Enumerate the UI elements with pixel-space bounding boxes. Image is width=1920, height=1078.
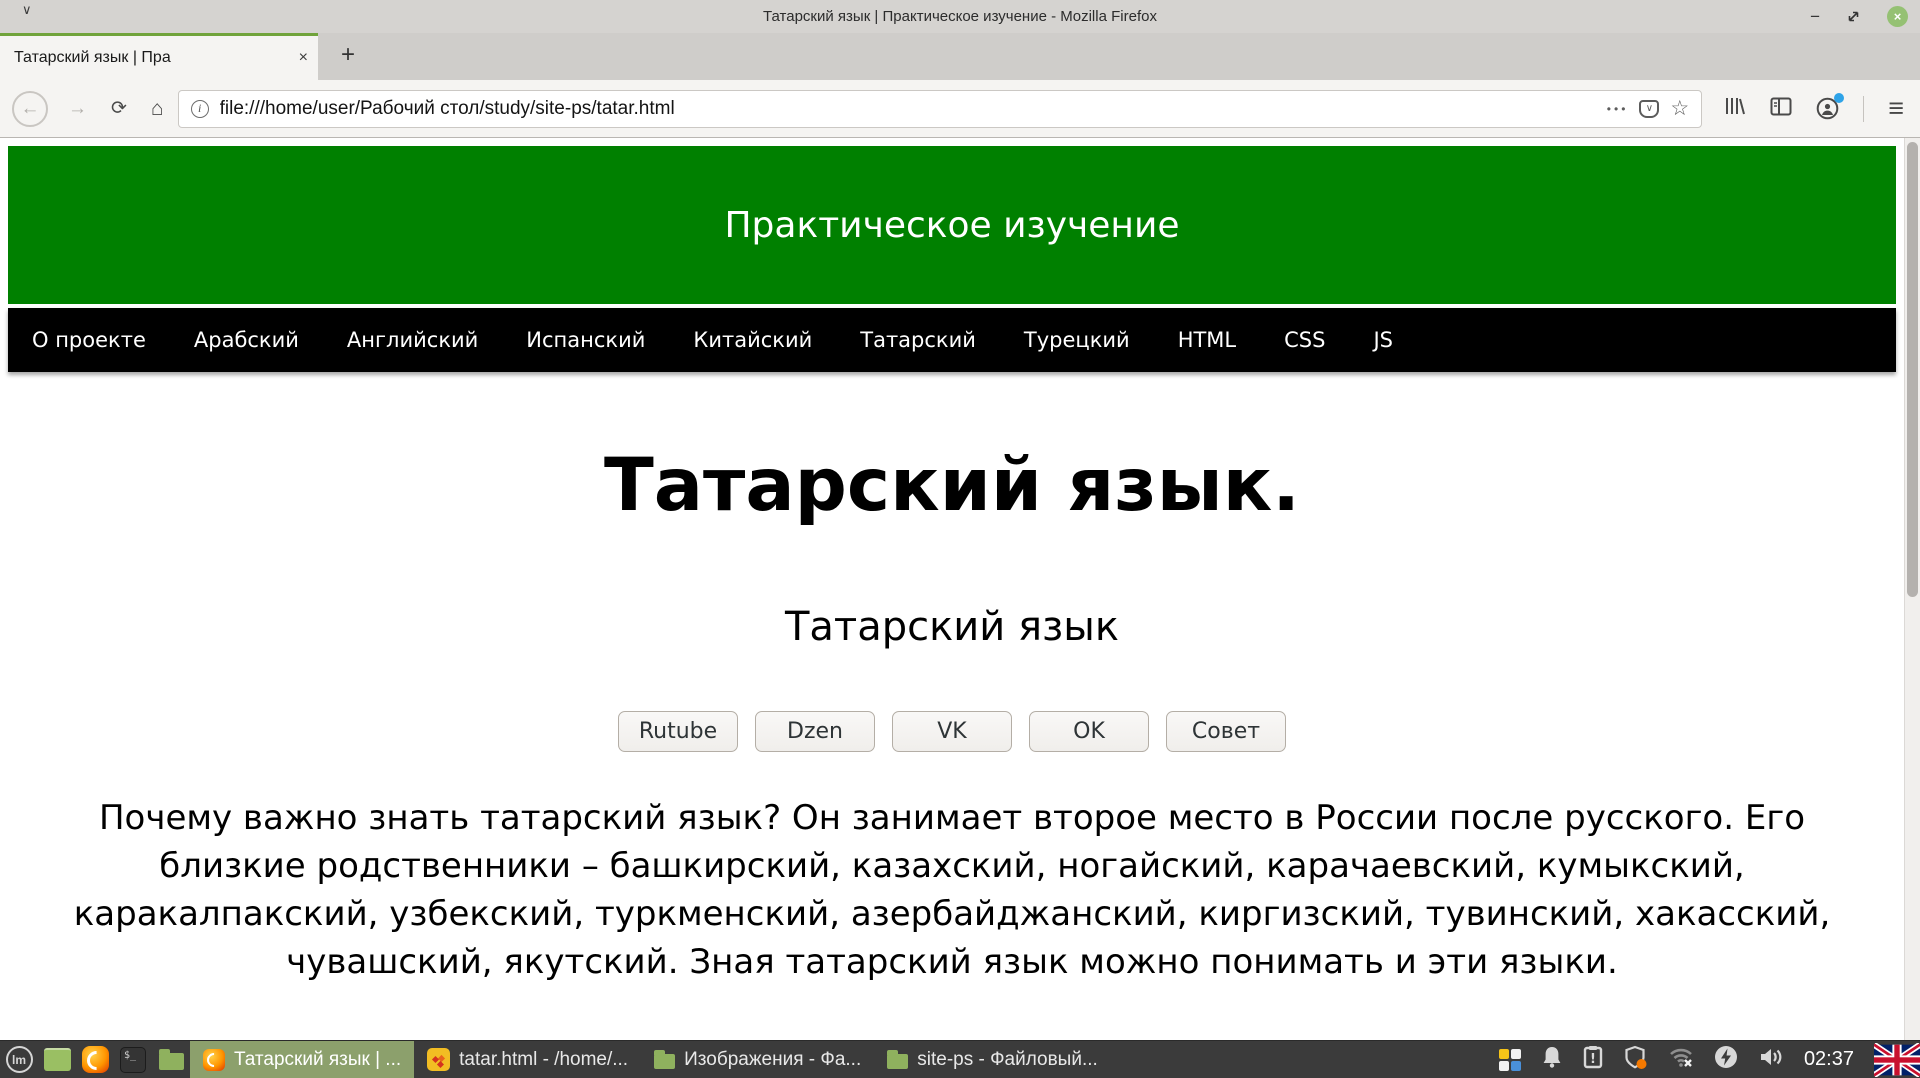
close-button[interactable]: ×: [1887, 6, 1908, 27]
nav-link-js[interactable]: JS: [1373, 328, 1393, 352]
home-button[interactable]: ⌂: [151, 97, 164, 121]
terminal-launcher[interactable]: $_: [114, 1041, 152, 1078]
nav-link-english[interactable]: Английский: [347, 328, 478, 352]
vertical-scrollbar[interactable]: [1904, 138, 1920, 1040]
taskbar-window-firefox[interactable]: Татарский язык | ...: [190, 1041, 414, 1078]
new-tab-button[interactable]: +: [341, 41, 355, 69]
desktop-icon: [44, 1048, 71, 1071]
nav-link-arabic[interactable]: Арабский: [194, 328, 299, 352]
vk-button[interactable]: VK: [892, 711, 1012, 752]
restore-button[interactable]: [1846, 9, 1861, 24]
terminal-icon: $_: [120, 1047, 146, 1073]
nav-link-css[interactable]: CSS: [1284, 328, 1325, 352]
browser-toolbar: ← → ⟳ ⌂ i file:///home/user/Рабочий стол…: [0, 80, 1920, 138]
url-text: file:///home/user/Рабочий стол/study/sit…: [220, 98, 1596, 120]
nav-link-tatar[interactable]: Татарский: [860, 328, 976, 352]
taskbar-window-label: tatar.html - /home/...: [459, 1049, 628, 1071]
site-info-icon[interactable]: i: [191, 100, 209, 118]
nav-link-about[interactable]: О проекте: [32, 328, 146, 352]
taskbar-window-editor[interactable]: tatar.html - /home/...: [414, 1041, 641, 1078]
url-bar[interactable]: i file:///home/user/Рабочий стол/study/s…: [178, 90, 1703, 128]
back-icon: ←: [21, 98, 40, 120]
volume-icon[interactable]: [1758, 1045, 1784, 1074]
network-offline-icon[interactable]: [1668, 1046, 1694, 1073]
text-editor-icon: [427, 1048, 450, 1071]
taskbar-window-siteps[interactable]: site-ps - Файловый...: [874, 1041, 1111, 1078]
taskbar-window-label: Татарский язык | ...: [234, 1049, 401, 1071]
files-launcher[interactable]: [152, 1041, 190, 1078]
firefox-icon: [203, 1049, 225, 1071]
window-menu-chevron-icon[interactable]: ∨: [22, 2, 32, 18]
show-desktop-button[interactable]: [38, 1041, 76, 1078]
forward-button[interactable]: →: [68, 98, 87, 120]
folder-icon: [654, 1054, 675, 1069]
nav-link-chinese[interactable]: Китайский: [693, 328, 812, 352]
toolbar-separator: [1863, 96, 1864, 122]
tab-title: Татарский язык | Пра: [14, 49, 293, 67]
svg-text:!: !: [1590, 1052, 1596, 1067]
page-viewport: Практическое изучение О проекте Арабский…: [0, 138, 1920, 1040]
system-tray: ! 02:37: [1499, 1041, 1920, 1078]
page-actions-icon[interactable]: •••: [1607, 102, 1629, 116]
intro-paragraph: Почему важно знать татарский язык? Он за…: [42, 794, 1862, 987]
library-icon[interactable]: [1724, 96, 1746, 121]
site-header-title: Практическое изучение: [724, 205, 1179, 246]
page-title: Татарский язык.: [8, 444, 1896, 529]
dzen-button[interactable]: Dzen: [755, 711, 875, 752]
minimize-button[interactable]: −: [1810, 8, 1820, 25]
firewall-shield-icon[interactable]: [1623, 1045, 1648, 1075]
tab-close-icon[interactable]: ×: [299, 49, 308, 67]
restore-icon: [1846, 9, 1861, 24]
window-titlebar: ∨ Татарский язык | Практическое изучение…: [0, 0, 1920, 33]
site-nav: О проекте Арабский Английский Испанский …: [8, 308, 1896, 372]
sovet-button[interactable]: Совет: [1166, 711, 1286, 752]
nav-link-turkish[interactable]: Турецкий: [1024, 328, 1130, 352]
ok-button[interactable]: OK: [1029, 711, 1149, 752]
update-manager-icon[interactable]: !: [1583, 1045, 1603, 1074]
firefox-launcher[interactable]: [76, 1041, 114, 1078]
pocket-icon[interactable]: ∨: [1639, 100, 1659, 118]
site-header: Практическое изучение: [8, 146, 1896, 304]
nav-link-html[interactable]: HTML: [1178, 328, 1236, 352]
rutube-button[interactable]: Rutube: [618, 711, 738, 752]
social-buttons-row: Rutube Dzen VK OK Совет: [8, 711, 1896, 752]
workspace-switcher-icon[interactable]: [1499, 1049, 1521, 1071]
back-button[interactable]: ←: [12, 91, 48, 127]
window-title: Татарский язык | Практическое изучение -…: [0, 8, 1920, 25]
power-icon[interactable]: [1714, 1045, 1738, 1074]
tab-strip: Татарский язык | Пра × +: [0, 33, 1920, 80]
mint-menu-button[interactable]: lm: [0, 1041, 38, 1078]
menu-icon[interactable]: ≡: [1888, 95, 1904, 122]
scrollbar-thumb[interactable]: [1907, 142, 1918, 597]
folder-icon: [159, 1053, 184, 1070]
taskbar-window-images[interactable]: Изображения - Фа...: [641, 1041, 874, 1078]
taskbar: lm $_ Татарский язык | ... tatar.html - …: [0, 1040, 1920, 1078]
bookmark-star-icon[interactable]: ☆: [1670, 96, 1689, 121]
mint-logo-icon: lm: [6, 1046, 33, 1073]
reload-button[interactable]: ⟳: [111, 97, 127, 120]
account-button[interactable]: [1816, 97, 1839, 120]
notifications-bell-icon[interactable]: [1541, 1045, 1563, 1074]
sidebar-icon[interactable]: [1770, 97, 1792, 121]
account-notification-badge: [1834, 93, 1844, 103]
firefox-icon: [82, 1046, 109, 1073]
keyboard-layout-flag-icon[interactable]: [1874, 1043, 1920, 1077]
nav-link-spanish[interactable]: Испанский: [526, 328, 645, 352]
taskbar-window-label: Изображения - Фа...: [684, 1049, 861, 1071]
page-subtitle: Татарский язык: [8, 603, 1896, 651]
active-tab[interactable]: Татарский язык | Пра ×: [0, 33, 318, 80]
taskbar-clock[interactable]: 02:37: [1804, 1048, 1854, 1071]
folder-icon: [887, 1054, 908, 1069]
screen: ∨ Татарский язык | Практическое изучение…: [0, 0, 1920, 1078]
taskbar-window-label: site-ps - Файловый...: [917, 1049, 1098, 1071]
